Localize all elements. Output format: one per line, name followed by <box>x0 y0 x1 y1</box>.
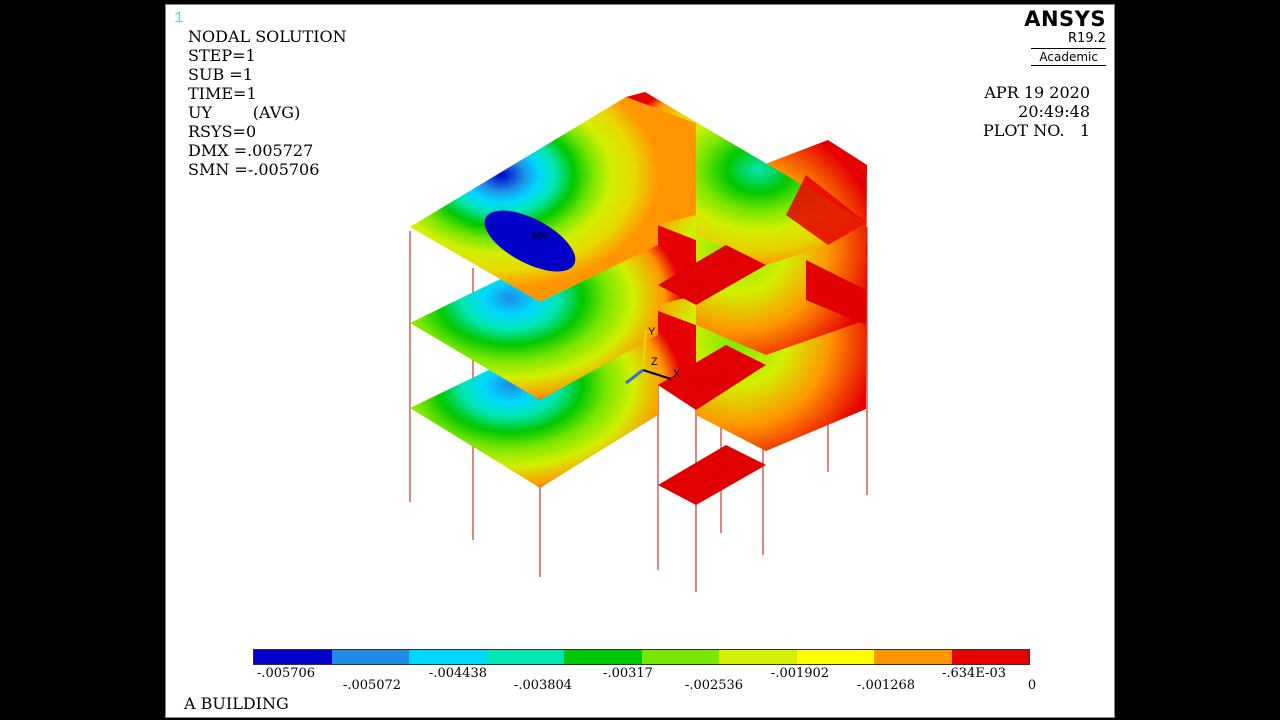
legend-swatch <box>951 650 1029 664</box>
legend-swatch <box>409 650 487 664</box>
legend-tick-high: -.005072 <box>342 678 402 693</box>
min-marker: MN <box>532 231 548 242</box>
legend-swatch <box>486 650 564 664</box>
contour-legend <box>253 649 1030 665</box>
legend-tick-high: 0 <box>1027 678 1037 693</box>
legend-swatch <box>564 650 642 664</box>
legend-tick-high: -.001268 <box>856 678 916 693</box>
legend-tick-low: -.00317 <box>603 666 653 681</box>
legend-tick-low: -.634E-03 <box>941 666 1007 681</box>
graphics-viewport[interactable]: 1 NODAL SOLUTION STEP=1 SUB =1 TIME=1 UY… <box>165 4 1115 718</box>
legend-swatch <box>874 650 952 664</box>
legend-swatch <box>641 650 719 664</box>
legend-tick-low: -.005706 <box>256 666 316 681</box>
axis-label-y: Y <box>648 326 656 338</box>
legend-swatch <box>719 650 797 664</box>
building-contour-model[interactable]: MN Y X Z <box>166 5 1115 718</box>
legend-tick-high: -.002536 <box>684 678 744 693</box>
legend-swatch <box>796 650 874 664</box>
legend-swatch <box>331 650 409 664</box>
model-title: A BUILDING <box>184 694 289 713</box>
legend-tick-low: -.004438 <box>428 666 488 681</box>
axis-label-z: Z <box>651 356 658 368</box>
axis-label-x: X <box>673 368 681 380</box>
legend-tick-low: -.001902 <box>770 666 830 681</box>
legend-swatch <box>254 650 332 664</box>
legend-tick-high: -.003804 <box>513 678 573 693</box>
